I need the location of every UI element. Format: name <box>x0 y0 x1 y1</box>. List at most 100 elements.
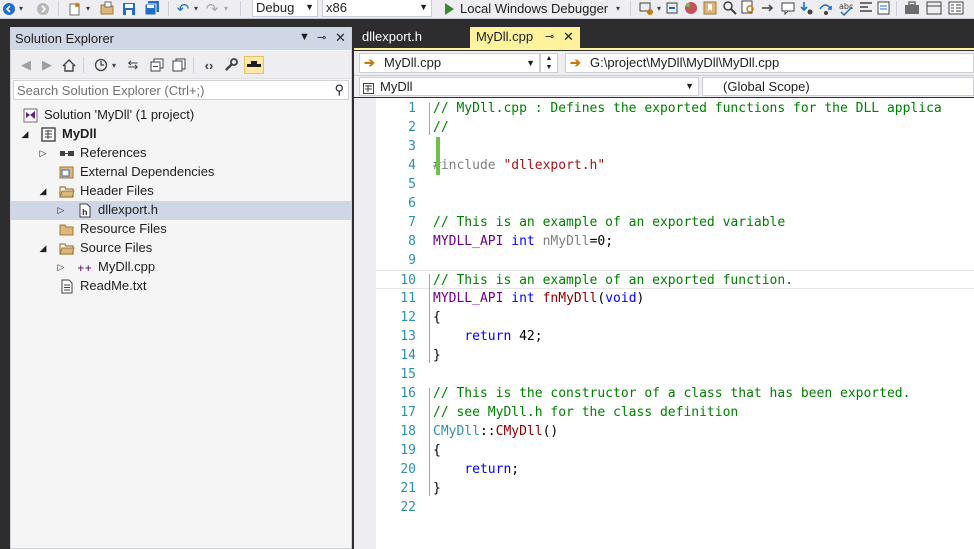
tree-item-project[interactable]: ◢ MyDll <box>11 125 351 144</box>
undo-icon[interactable]: ↶ <box>175 0 191 18</box>
code-line[interactable]: 19 { <box>376 441 974 460</box>
home-icon[interactable] <box>60 56 78 74</box>
tree-item-solution[interactable]: Solution 'MyDll' (1 project) <box>11 106 351 125</box>
close-icon[interactable]: ✕ <box>335 30 346 46</box>
code-line[interactable]: 13 return 42; <box>376 327 974 346</box>
code-line[interactable]: 16 // This is the constructor of a class … <box>376 384 974 403</box>
chevron-down-icon[interactable]: ▾ <box>655 0 663 17</box>
find-icon[interactable] <box>722 0 738 16</box>
code-line[interactable]: 21} <box>376 479 974 498</box>
code-line[interactable]: 10 // This is an example of an exported f… <box>376 270 974 289</box>
code-line[interactable]: 17 // see MyDll.h for the class definitio… <box>376 403 974 422</box>
tab-mydll-cpp[interactable]: MyDll.cpp ⊸ ✕ <box>470 27 580 48</box>
collapsed-arrow-icon[interactable]: ▷ <box>55 258 67 277</box>
chevron-down-icon[interactable]: ▾ <box>109 56 119 74</box>
collapsed-arrow-icon[interactable]: ▷ <box>55 201 67 220</box>
sync-with-active-document-icon[interactable]: ⇆ <box>124 56 142 74</box>
code-line[interactable]: 8 MYDLL_API int nMyDll=0; <box>376 232 974 251</box>
code-line[interactable]: 22 <box>376 498 974 517</box>
window-position-dropdown-icon[interactable]: ▼ <box>299 31 310 43</box>
pin-icon[interactable]: ⊸ <box>545 27 554 47</box>
global-scope-dropdown[interactable]: (Global Scope) <box>702 77 974 96</box>
bookmark-icon[interactable] <box>702 0 718 16</box>
redo-dropdown-icon[interactable]: ▾ <box>222 0 230 17</box>
preview-selected-items-icon[interactable] <box>244 56 264 74</box>
attach-icon[interactable] <box>664 0 680 16</box>
save-all-icon[interactable] <box>143 0 161 17</box>
code-editor[interactable]: 1 // MyDll.cpp : Defines the exported fun… <box>354 98 974 549</box>
step-over-icon[interactable] <box>818 0 834 16</box>
start-debugger-button[interactable]: Local Windows Debugger <box>460 0 612 17</box>
open-file-icon[interactable] <box>99 0 115 17</box>
expanded-arrow-icon[interactable]: ◢ <box>37 239 49 258</box>
tree-item-external-dependencies[interactable]: External Dependencies <box>11 163 351 182</box>
project-scope-dropdown[interactable]: MyDll ▼ <box>359 77 699 96</box>
new-dropdown-icon[interactable]: ▾ <box>84 0 92 17</box>
forward-icon[interactable]: ▶ <box>38 56 56 74</box>
forward-icon[interactable] <box>36 0 50 17</box>
file-dropdown[interactable]: ➔ MyDll.cpp ▼ <box>359 53 540 73</box>
outlining-guide[interactable] <box>429 388 430 496</box>
outlining-guide[interactable] <box>429 274 430 363</box>
tree-item-readme-txt[interactable]: ReadMe.txt <box>11 277 351 296</box>
tree-item-references[interactable]: ▷ References <box>11 144 351 163</box>
pin-icon[interactable]: ⊸ <box>317 31 326 44</box>
back-icon[interactable]: ◀ <box>17 56 35 74</box>
code-line[interactable]: 7 // This is an example of an exported va… <box>376 213 974 232</box>
solution-platform-dropdown[interactable]: x86 ▼ <box>322 0 432 17</box>
show-all-files-icon[interactable] <box>170 56 188 74</box>
tab-dllexport-h[interactable]: dllexport.h <box>356 27 466 48</box>
view-code-icon[interactable]: ‹› <box>200 56 218 74</box>
code-line[interactable]: 18 CMyDll::CMyDll() <box>376 422 974 441</box>
tree-item-source-files[interactable]: ◢ Source Files <box>11 239 351 258</box>
code-line[interactable]: 20 return; <box>376 460 974 479</box>
save-icon[interactable] <box>121 0 137 17</box>
code-line[interactable]: 15 <box>376 365 974 384</box>
collapsed-arrow-icon[interactable]: ▷ <box>37 144 49 163</box>
properties-icon[interactable] <box>948 0 964 16</box>
outlining-guide[interactable] <box>429 103 430 135</box>
code-line[interactable]: 6 <box>376 194 974 213</box>
breakpoint-icon[interactable] <box>683 0 699 16</box>
solution-configuration-dropdown[interactable]: Debug ▼ <box>252 0 318 17</box>
back-icon[interactable] <box>2 0 16 17</box>
find-in-files-icon[interactable] <box>741 0 757 16</box>
toolbox-icon[interactable] <box>904 0 920 16</box>
start-debugging-icon[interactable] <box>442 0 456 17</box>
comment-icon[interactable] <box>780 0 796 16</box>
navigate-icon[interactable] <box>760 0 776 16</box>
path-field[interactable]: ➔ G:\project\MyDll\MyDll\MyDll.cpp <box>565 53 974 73</box>
solution-explorer-search-box[interactable]: ⚲ <box>13 80 349 100</box>
code-line[interactable]: 14} <box>376 346 974 365</box>
pending-changes-filter-icon[interactable] <box>92 56 110 74</box>
code-line[interactable]: 1 // MyDll.cpp : Defines the exported fun… <box>376 99 974 118</box>
tree-item-dllexport-h[interactable]: ▷ h dllexport.h <box>11 201 351 220</box>
code-line[interactable]: 11 MYDLL_API int fnMyDll(void) <box>376 289 974 308</box>
tree-item-header-files[interactable]: ◢ Header Files <box>11 182 351 201</box>
code-line[interactable]: 4 #include "dllexport.h" <box>376 156 974 175</box>
properties-wrench-icon[interactable] <box>222 56 240 74</box>
code-line[interactable]: 2 // <box>376 118 974 137</box>
code-line[interactable]: 3 <box>376 137 974 156</box>
undo-dropdown-icon[interactable]: ▾ <box>192 0 200 17</box>
diagnostic-tools-icon[interactable] <box>638 0 654 16</box>
search-input[interactable] <box>14 81 324 99</box>
close-icon[interactable]: ✕ <box>563 27 574 47</box>
format-icon[interactable] <box>858 0 874 16</box>
collapse-all-icon[interactable] <box>148 56 166 74</box>
expanded-arrow-icon[interactable]: ◢ <box>19 125 31 144</box>
code-line[interactable]: 9 <box>376 251 974 270</box>
new-project-icon[interactable] <box>66 0 82 17</box>
redo-icon[interactable]: ↷ <box>204 0 220 18</box>
code-line[interactable]: 5 <box>376 175 974 194</box>
debugger-dropdown-icon[interactable]: ▾ <box>614 0 622 17</box>
uncomment-icon[interactable] <box>876 0 892 16</box>
file-spinner[interactable]: ▲ ▼ <box>540 53 558 73</box>
tree-item-resource-files[interactable]: Resource Files <box>11 220 351 239</box>
step-into-icon[interactable] <box>800 0 816 16</box>
expanded-arrow-icon[interactable]: ◢ <box>37 182 49 201</box>
class-view-icon[interactable] <box>926 0 942 16</box>
search-icon[interactable]: ⚲ <box>334 82 344 98</box>
spell-check-icon[interactable]: abc <box>838 0 854 17</box>
code-line[interactable]: 12 { <box>376 308 974 327</box>
